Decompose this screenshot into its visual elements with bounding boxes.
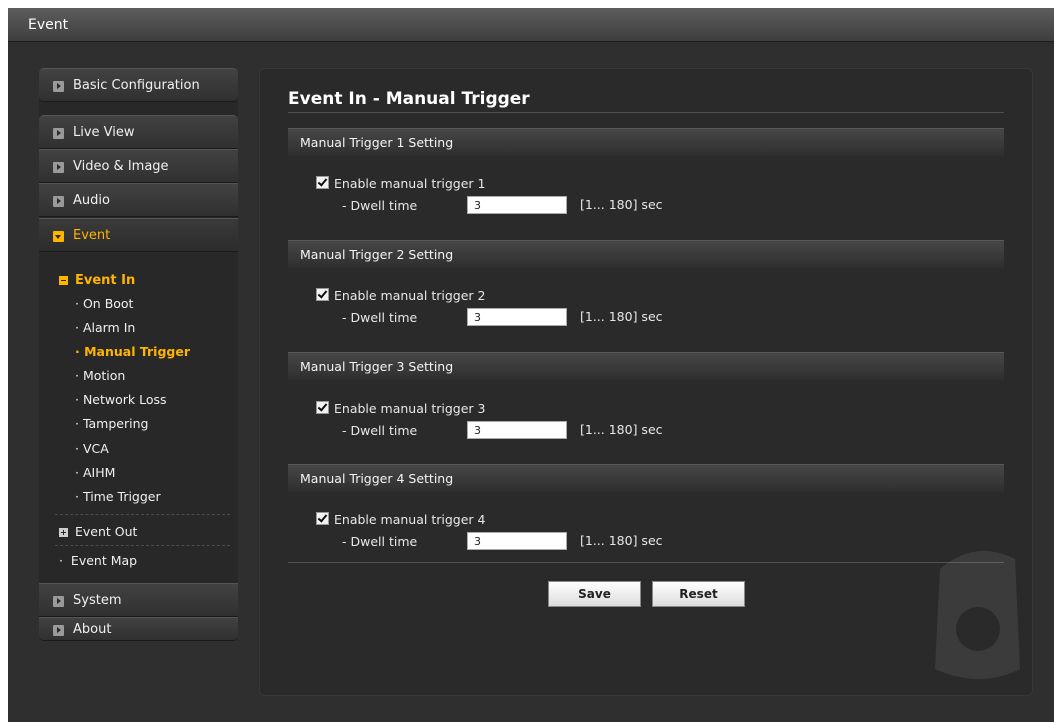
checkbox-checked-icon[interactable] bbox=[316, 512, 329, 525]
enable-trigger-2-checkbox[interactable]: Enable manual trigger 2 bbox=[316, 288, 485, 303]
divider bbox=[55, 514, 230, 515]
sidebar-item-label: Event bbox=[73, 228, 111, 243]
title-divider bbox=[288, 112, 1004, 113]
camera-watermark-icon bbox=[935, 551, 1020, 679]
sidebar-item-live-view[interactable]: Live View bbox=[39, 115, 238, 149]
arrow-right-icon bbox=[53, 162, 64, 173]
dwell-range-hint: [1... 180] sec bbox=[580, 533, 663, 548]
divider bbox=[55, 545, 230, 546]
section-header-trigger-4: Manual Trigger 4 Setting bbox=[288, 464, 1004, 492]
arrow-right-icon bbox=[53, 128, 64, 139]
sidebar-item-label: Audio bbox=[73, 193, 110, 208]
dwell-range-hint: [1... 180] sec bbox=[580, 309, 663, 324]
sidebar: Basic Configuration Live View Video & Im… bbox=[39, 68, 238, 641]
dwell-time-label: - Dwell time bbox=[342, 423, 418, 438]
dwell-range-hint: [1... 180] sec bbox=[580, 197, 663, 212]
reset-button[interactable]: Reset bbox=[652, 581, 745, 607]
window-title: Event bbox=[28, 17, 69, 33]
title-bar: Event bbox=[8, 8, 1054, 42]
arrow-right-icon bbox=[53, 625, 64, 636]
arrow-right-icon bbox=[53, 196, 64, 207]
dwell-time-input-1[interactable] bbox=[467, 196, 567, 214]
section-header-trigger-2: Manual Trigger 2 Setting bbox=[288, 240, 1004, 268]
save-button[interactable]: Save bbox=[548, 581, 641, 607]
dwell-time-label: - Dwell time bbox=[342, 310, 418, 325]
section-header-trigger-3: Manual Trigger 3 Setting bbox=[288, 352, 1004, 380]
dwell-time-input-3[interactable] bbox=[467, 421, 567, 439]
submenu-item-tampering[interactable]: · Tampering bbox=[75, 416, 148, 431]
app-window: Event Basic Configuration Live View Vide… bbox=[8, 8, 1054, 722]
submenu-item-time-trigger[interactable]: · Time Trigger bbox=[75, 489, 161, 504]
sidebar-item-label: About bbox=[73, 622, 112, 637]
arrow-right-icon bbox=[53, 81, 64, 92]
submenu-event-map[interactable]: · Event Map bbox=[59, 553, 137, 568]
submenu-item-on-boot[interactable]: · On Boot bbox=[75, 296, 133, 311]
enable-trigger-4-checkbox[interactable]: Enable manual trigger 4 bbox=[316, 512, 485, 527]
section-header-trigger-1: Manual Trigger 1 Setting bbox=[288, 128, 1004, 156]
dwell-time-input-4[interactable] bbox=[467, 532, 567, 550]
sidebar-item-about[interactable]: About bbox=[39, 617, 238, 641]
arrow-down-icon bbox=[53, 231, 64, 242]
checkbox-checked-icon[interactable] bbox=[316, 176, 329, 189]
dwell-time-label: - Dwell time bbox=[342, 534, 418, 549]
enable-trigger-3-checkbox[interactable]: Enable manual trigger 3 bbox=[316, 401, 485, 416]
sidebar-item-label: Video & Image bbox=[73, 159, 169, 174]
enable-trigger-1-checkbox[interactable]: Enable manual trigger 1 bbox=[316, 176, 485, 191]
submenu-item-vca[interactable]: · VCA bbox=[75, 441, 109, 456]
submenu-item-motion[interactable]: · Motion bbox=[75, 368, 125, 383]
dwell-time-input-2[interactable] bbox=[467, 308, 567, 326]
submenu-item-aihm[interactable]: · AIHM bbox=[75, 465, 115, 480]
sidebar-item-label: Live View bbox=[73, 125, 135, 140]
checkbox-checked-icon[interactable] bbox=[316, 288, 329, 301]
expand-icon bbox=[59, 528, 68, 537]
submenu-item-alarm-in[interactable]: · Alarm In bbox=[75, 320, 135, 335]
sidebar-item-video-image[interactable]: Video & Image bbox=[39, 149, 238, 183]
submenu-event-out[interactable]: Event Out bbox=[75, 524, 137, 539]
dwell-time-label: - Dwell time bbox=[342, 198, 418, 213]
arrow-right-icon bbox=[53, 596, 64, 607]
sidebar-item-audio[interactable]: Audio bbox=[39, 183, 238, 217]
bottom-divider bbox=[288, 562, 1004, 563]
collapse-icon bbox=[59, 276, 68, 285]
checkbox-checked-icon[interactable] bbox=[316, 401, 329, 414]
dwell-range-hint: [1... 180] sec bbox=[580, 422, 663, 437]
sidebar-item-label: Basic Configuration bbox=[73, 78, 200, 93]
submenu-event-in-label: Event In bbox=[75, 273, 136, 288]
sidebar-item-basic-configuration[interactable]: Basic Configuration bbox=[39, 68, 238, 102]
main-panel: Event In - Manual Trigger Manual Trigger… bbox=[259, 68, 1033, 696]
submenu-item-manual-trigger[interactable]: · Manual Trigger bbox=[75, 344, 190, 359]
sidebar-item-system[interactable]: System bbox=[39, 583, 238, 617]
page-title: Event In - Manual Trigger bbox=[288, 89, 530, 109]
submenu-item-network-loss[interactable]: · Network Loss bbox=[75, 392, 167, 407]
sidebar-item-event[interactable]: Event bbox=[39, 218, 238, 252]
sidebar-item-label: System bbox=[73, 593, 122, 608]
